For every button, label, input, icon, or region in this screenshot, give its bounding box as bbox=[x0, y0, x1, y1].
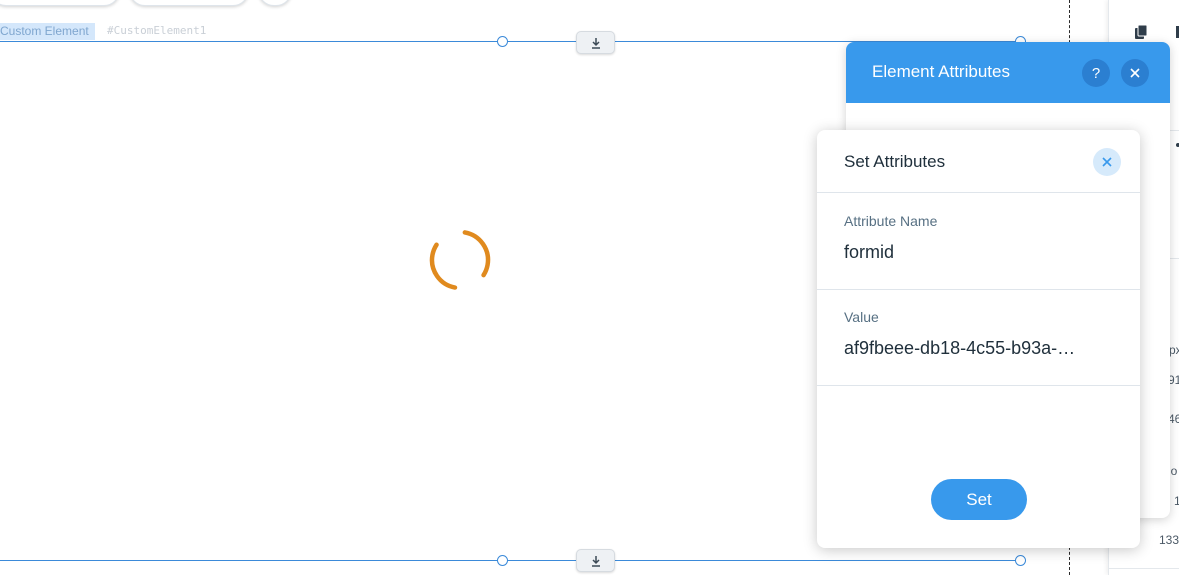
panel-value-fragment: px bbox=[1169, 343, 1179, 357]
close-icon bbox=[1130, 68, 1140, 78]
panel-header: Element Attributes ? bbox=[846, 42, 1170, 103]
close-icon bbox=[1102, 157, 1112, 167]
resize-handle-top[interactable] bbox=[497, 36, 508, 47]
attribute-name-value[interactable]: formid bbox=[844, 242, 1114, 263]
download-icon bbox=[591, 37, 600, 49]
selection-bottom-border bbox=[0, 560, 1020, 561]
attribute-value-label: Value bbox=[844, 309, 879, 325]
stretch-download-button-bottom[interactable] bbox=[576, 549, 615, 572]
loading-spinner-icon bbox=[429, 229, 491, 291]
set-attributes-dialog: Set Attributes Attribute Name formid Val… bbox=[817, 130, 1140, 548]
close-panel-button[interactable] bbox=[1121, 59, 1149, 87]
panel-value-fragment: 1 bbox=[1174, 494, 1179, 508]
set-button[interactable]: Set bbox=[931, 479, 1027, 520]
attribute-name-field[interactable]: Attribute Name formid bbox=[817, 193, 1140, 290]
toolbar-button-partial[interactable] bbox=[0, 0, 120, 6]
element-type-label: Custom Element bbox=[0, 23, 95, 40]
copy-icon[interactable] bbox=[1133, 24, 1149, 40]
toolbar-button-partial[interactable] bbox=[129, 0, 249, 6]
attribute-value-field[interactable]: Value af9fbeee-db18-4c55-b93a-… bbox=[817, 290, 1140, 386]
download-icon bbox=[591, 555, 600, 567]
close-dialog-button[interactable] bbox=[1093, 148, 1121, 176]
resize-handle-bottom-right[interactable] bbox=[1015, 555, 1026, 566]
panel-divider bbox=[1109, 568, 1179, 569]
attribute-value-value[interactable]: af9fbeee-db18-4c55-b93a-… bbox=[844, 338, 1114, 359]
element-id-label: #CustomElement1 bbox=[107, 24, 207, 37]
resize-handle-bottom[interactable] bbox=[497, 555, 508, 566]
panel-title: Element Attributes bbox=[872, 62, 1010, 81]
help-icon: ? bbox=[1091, 64, 1101, 82]
dialog-header: Set Attributes bbox=[817, 130, 1140, 193]
stretch-download-button-top[interactable] bbox=[576, 31, 615, 54]
panel-value-fragment: 133 bbox=[1159, 533, 1179, 547]
attribute-name-label: Attribute Name bbox=[844, 213, 938, 229]
dialog-title: Set Attributes bbox=[844, 152, 946, 171]
toolbar-icon-button-partial[interactable] bbox=[258, 0, 292, 6]
help-button[interactable]: ? bbox=[1082, 59, 1110, 87]
